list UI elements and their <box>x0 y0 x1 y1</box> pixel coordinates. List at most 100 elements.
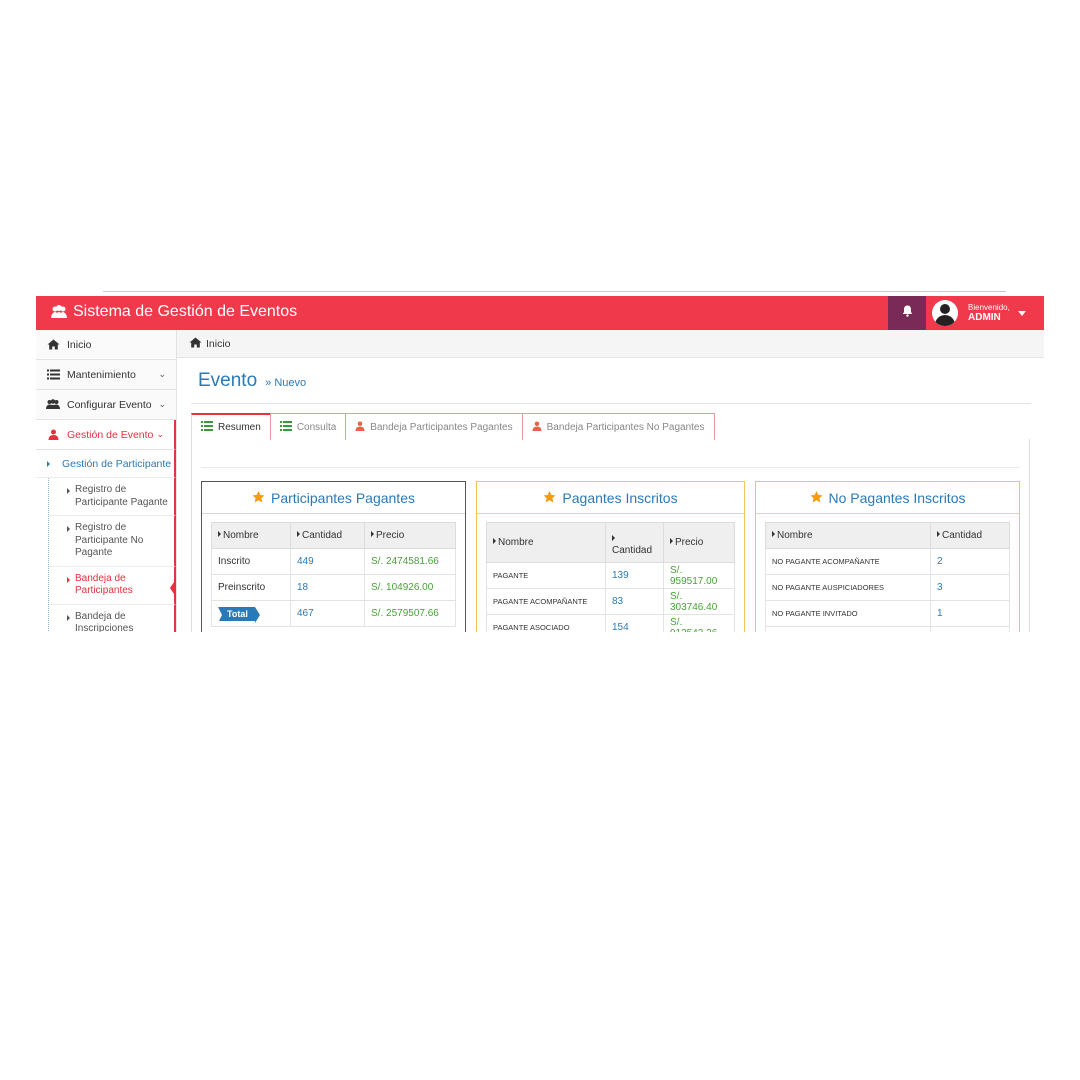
star-icon <box>252 490 265 506</box>
cell-name: NO PAGANTE INVITADO <box>765 600 931 627</box>
page-header: Evento » Nuevo <box>198 370 306 392</box>
divider <box>191 403 1031 404</box>
cell-qty[interactable]: 83 <box>605 588 664 615</box>
app-window: Sistema de Gestión de Eventos Bienvenido… <box>36 296 1044 632</box>
page-subtitle: » Nuevo <box>265 377 307 389</box>
caret-right-icon <box>67 526 70 532</box>
table-row: Preinscrito 18 S/. 104926.00 <box>211 574 456 601</box>
cell-qty[interactable]: 18 <box>290 574 365 601</box>
sidebar-item-mantenimiento[interactable]: Mantenimiento ⌄ <box>36 360 176 390</box>
panel-title: Pagantes Inscritos <box>562 489 678 506</box>
sidebar-subitem-registro-no-pagante[interactable]: Registro de Participante No Pagante <box>49 516 176 567</box>
table-row: PAGANTE ASOCIADO 154 S/. 912542.26 <box>486 614 735 632</box>
panel-title: No Pagantes Inscritos <box>828 489 966 506</box>
chevron-down-icon: ⌄ <box>156 429 164 439</box>
sidebar-submenu: Registro de Participante Pagante Registr… <box>48 478 176 632</box>
sidebar-subitem-gestion-participante[interactable]: Gestión de Participante <box>36 450 176 478</box>
sidebar-subitem-registro-pagante[interactable]: Registro de Participante Pagante <box>49 478 176 516</box>
cell-price: S/. 2579507.66 <box>364 600 456 627</box>
table-row: NO PAGANTE INVITADO 1 <box>765 600 1010 627</box>
column-header-cantidad[interactable]: Cantidad <box>605 522 664 563</box>
chevron-down-icon: ⌄ <box>158 369 166 379</box>
sidebar-subitem-label: Bandeja de Inscripciones <box>75 610 134 633</box>
column-header-precio[interactable]: Precio <box>364 522 456 549</box>
cell-price: S/. 912542.26 <box>663 614 735 632</box>
cell-name: Inscrito <box>211 548 291 575</box>
table-row-total: Total 467 S/. 2579507.66 <box>211 600 456 627</box>
panel-no-pagantes-inscritos: No Pagantes Inscritos Nombre Cantidad NO… <box>755 481 1020 632</box>
sidebar-item-inicio[interactable]: Inicio <box>36 330 176 360</box>
cell-qty[interactable]: 2 <box>930 548 1010 575</box>
tab-consulta[interactable]: Consulta <box>269 413 347 440</box>
cell-price: S/. 959517.00 <box>663 562 735 589</box>
column-header-nombre[interactable]: Nombre <box>765 522 931 549</box>
sidebar-subitem-bandeja-inscripciones[interactable]: Bandeja de Inscripciones <box>49 604 176 633</box>
browser-divider <box>103 291 1006 292</box>
cell-qty[interactable]: 3 <box>930 574 1010 601</box>
breadcrumb-home-link[interactable]: Inicio <box>206 338 231 350</box>
users-icon <box>46 399 60 410</box>
cell-qty[interactable]: 1 <box>930 600 1010 627</box>
users-icon <box>50 305 68 319</box>
cell-name: NO PAGANTE AUSPICIADORES <box>765 574 931 601</box>
welcome-text: Bienvenido, ADMIN <box>968 303 1010 323</box>
sidebar-item-configurar-evento[interactable]: Configurar Evento ⌄ <box>36 390 176 420</box>
cell-qty[interactable]: 154 <box>605 614 664 632</box>
star-icon <box>543 490 556 506</box>
cell-name: Preinscrito <box>211 574 291 601</box>
sidebar-subitem-bandeja-participantes[interactable]: Bandeja de Participantes <box>49 566 176 605</box>
cell-name: PAGANTE ACOMPAÑANTE <box>486 588 606 615</box>
panel-title: Participantes Pagantes <box>271 489 415 506</box>
sidebar-item-label: Mantenimiento <box>67 368 136 381</box>
sidebar-subhead-label: Gestión de Participante <box>62 457 172 470</box>
page-title: Evento <box>198 370 258 391</box>
total-badge: Total <box>218 606 260 623</box>
tab-bandeja-no-pagantes[interactable]: Bandeja Participantes No Pagantes <box>521 413 715 440</box>
user-menu[interactable]: Bienvenido, ADMIN <box>929 296 1044 330</box>
sidebar-item-gestion-evento[interactable]: Gestión de Evento ⌄ <box>36 420 176 450</box>
cell-total: Total <box>211 600 291 627</box>
home-icon <box>46 339 60 350</box>
caret-right-icon <box>47 461 50 467</box>
panel-header: Participantes Pagantes <box>202 482 465 514</box>
column-header-cantidad[interactable]: Cantidad <box>930 522 1010 549</box>
pagantes-table: Nombre Cantidad Precio Inscrito 449 S/. … <box>211 522 456 627</box>
sidebar-item-label: Gestión de Evento <box>67 428 154 441</box>
sidebar-subitem-label: Registro de Participante Pagante <box>75 484 168 508</box>
tab-label: Resumen <box>218 422 261 433</box>
app-title: Sistema de Gestión de Eventos <box>73 303 298 320</box>
tab-label: Bandeja Participantes No Pagantes <box>546 421 705 433</box>
brand[interactable]: Sistema de Gestión de Eventos <box>50 303 297 321</box>
table-row: PAGANTE 139 S/. 959517.00 <box>486 562 735 589</box>
cell-name: PAGANTE <box>486 562 606 589</box>
sidebar-subitem-label: Bandeja de Participantes <box>75 572 133 597</box>
column-header-precio[interactable]: Precio <box>663 522 735 563</box>
cell-qty: 467 <box>290 600 365 627</box>
cell-qty[interactable]: 449 <box>290 548 365 575</box>
caret-right-icon <box>67 614 70 621</box>
notifications-button[interactable] <box>888 296 926 330</box>
table-row: NO PAGANTE AUSPICIADORES 3 <box>765 574 1010 601</box>
cell-price: S/. 2474581.66 <box>364 548 456 575</box>
tab-bar: Resumen Consulta Bandeja Participantes P… <box>191 413 715 440</box>
list-icon <box>46 369 60 380</box>
list-icon <box>279 420 292 434</box>
home-icon <box>189 337 202 351</box>
column-header-nombre[interactable]: Nombre <box>211 522 291 549</box>
star-icon <box>810 490 823 506</box>
tab-resumen[interactable]: Resumen <box>191 413 271 440</box>
top-header: Sistema de Gestión de Eventos Bienvenido… <box>36 296 1044 330</box>
cell-name: NO PAGANTE ACOMPAÑANTE <box>765 548 931 575</box>
chevron-down-icon: ⌄ <box>158 399 166 409</box>
panel-participantes-pagantes: Participantes Pagantes Nombre Cantidad P… <box>201 481 466 632</box>
list-icon <box>201 421 213 434</box>
divider <box>201 467 1020 468</box>
column-header-nombre[interactable]: Nombre <box>486 522 606 563</box>
cell-qty[interactable]: 139 <box>605 562 664 589</box>
column-header-cantidad[interactable]: Cantidad <box>290 522 365 549</box>
chevron-down-icon <box>1017 310 1026 316</box>
tab-bandeja-pagantes[interactable]: Bandeja Participantes Pagantes <box>345 413 523 440</box>
cell-price: S/. 303746.40 <box>663 588 735 615</box>
sidebar-item-label: Inicio <box>67 338 92 351</box>
main-content: Inicio Evento » Nuevo Resumen Consulta B… <box>177 330 1044 632</box>
